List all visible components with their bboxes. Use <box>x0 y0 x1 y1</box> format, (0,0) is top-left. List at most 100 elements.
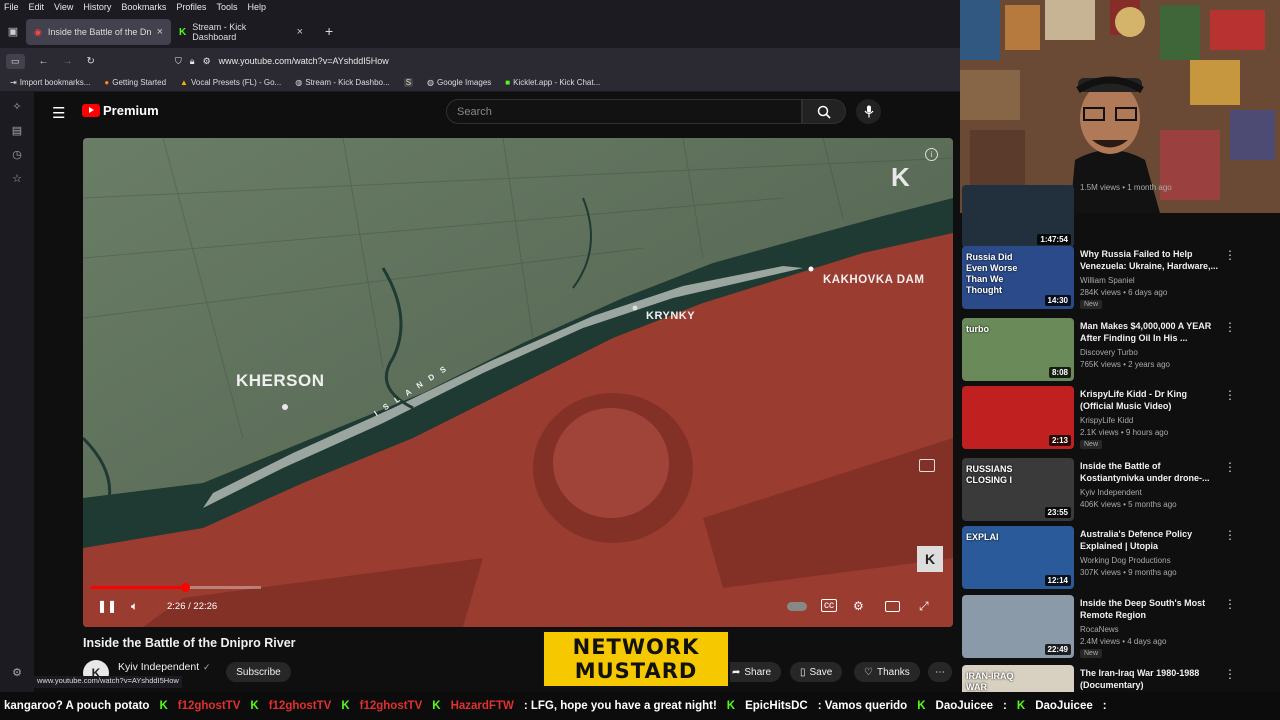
subscribe-button[interactable]: Subscribe <box>226 662 291 682</box>
sidebar-toggle-icon[interactable]: ▭ <box>6 53 25 69</box>
tab-youtube[interactable]: ◉ Inside the Battle of the Dnip × <box>26 19 171 45</box>
recommendation-item[interactable]: EXPLAI 12:14 Australia's Defence Policy … <box>962 526 1280 592</box>
more-options-icon[interactable]: ⋮ <box>1224 667 1236 681</box>
video-thumbnail[interactable]: 2:13 <box>962 386 1074 449</box>
video-thumbnail[interactable]: RUSSIANS CLOSING I 23:55 <box>962 458 1074 521</box>
recommendation-item[interactable]: 22:49 Inside the Deep South's Most Remot… <box>962 595 1280 661</box>
logo-line-1: NETWORK <box>572 635 700 659</box>
hamburger-menu-icon[interactable]: ☰ <box>52 104 65 122</box>
recommendation-title[interactable]: The Iran-Iraq War 1980-1988 (Documentary… <box>1080 667 1220 691</box>
more-actions-button[interactable]: ⋯ <box>928 662 952 682</box>
pause-button[interactable]: ❚❚ <box>97 599 117 613</box>
theater-mode-icon[interactable] <box>885 601 900 612</box>
volume-icon[interactable]: 🔈︎ <box>131 599 138 614</box>
menu-file[interactable]: File <box>4 2 19 12</box>
time-display: 2:26 / 22:26 <box>167 601 218 612</box>
youtube-logo[interactable]: Premium <box>82 103 159 118</box>
recommendation-channel[interactable]: Discovery Turbo <box>1080 348 1138 357</box>
tab-overview-icon[interactable]: ▣ <box>0 25 26 38</box>
recommendation-title[interactable]: Inside the Battle of Kostiantynivka unde… <box>1080 460 1220 484</box>
video-player[interactable]: KHERSON KRYNKY KAKHOVKA DAM I S L A N D … <box>83 138 953 627</box>
search-input[interactable]: Search <box>446 99 802 124</box>
menu-view[interactable]: View <box>54 2 73 12</box>
synced-tabs-icon[interactable]: ▤ <box>10 124 24 138</box>
bookmark-kicklet[interactable]: ■ Kicklet.app - Kick Chat... <box>505 78 600 87</box>
menu-profiles[interactable]: Profiles <box>176 2 206 12</box>
recommendation-channel[interactable]: William Spaniel <box>1080 276 1135 285</box>
bookmark-kick-dashboard[interactable]: ◍ Stream - Kick Dashbo... <box>295 78 389 87</box>
more-options-icon[interactable]: ⋮ <box>1224 460 1236 474</box>
menu-help[interactable]: Help <box>247 2 266 12</box>
recommendation-channel[interactable]: RocaNews <box>1080 625 1119 634</box>
menu-history[interactable]: History <box>83 2 111 12</box>
shield-icon[interactable]: ⛉ <box>175 56 182 67</box>
progress-bar[interactable] <box>91 583 261 592</box>
history-icon[interactable]: ◷ <box>10 148 24 162</box>
video-thumbnail[interactable]: EXPLAI 12:14 <box>962 526 1074 589</box>
bookmark-getting-started[interactable]: ● Getting Started <box>104 78 166 87</box>
video-thumbnail[interactable]: 1:47:54 <box>962 185 1074 248</box>
more-options-icon[interactable]: ⋮ <box>1224 528 1236 542</box>
chat-message: : <box>1003 700 1007 712</box>
speaker-icon[interactable]: ◉ <box>34 27 42 38</box>
info-icon[interactable]: i <box>925 148 938 161</box>
menu-bookmarks[interactable]: Bookmarks <box>121 2 166 12</box>
settings-icon[interactable]: ⚙ <box>10 666 24 680</box>
video-thumbnail[interactable]: Russia Did Even Worse Than We Thought 14… <box>962 246 1074 309</box>
recommendation-channel[interactable]: Working Dog Productions <box>1080 556 1171 565</box>
bookmark-import[interactable]: ⇥ Import bookmarks... <box>10 78 90 87</box>
url-text[interactable]: www.youtube.com/watch?v=AYshddI5How <box>219 56 389 66</box>
forward-icon[interactable]: → <box>63 56 73 67</box>
share-button[interactable]: ➦ Share <box>722 662 782 682</box>
bookmark-google-images[interactable]: ◍ Google Images <box>427 78 491 87</box>
close-icon[interactable]: × <box>297 26 303 38</box>
close-icon[interactable]: × <box>157 26 163 38</box>
recommendation-item[interactable]: Russia Did Even Worse Than We Thought 14… <box>962 246 1280 312</box>
menu-edit[interactable]: Edit <box>29 2 45 12</box>
recommendation-item[interactable]: 2:13 KrispyLife Kidd - Dr King (Official… <box>962 386 1280 452</box>
recommendation-item[interactable]: RUSSIANS CLOSING I 23:55 Inside the Batt… <box>962 458 1280 524</box>
progress-handle[interactable] <box>180 583 190 592</box>
bookmark-s[interactable]: S <box>403 78 414 87</box>
back-icon[interactable]: ← <box>39 56 49 67</box>
recommendation-title[interactable]: Why Russia Failed to Help Venezuela: Ukr… <box>1080 248 1220 272</box>
recommendation-item[interactable]: 1:47:54 1.5M views • 1 month ago <box>962 183 1280 251</box>
recommendation-item[interactable]: turbo 8:08 Man Makes $4,000,000 A YEAR A… <box>962 318 1280 384</box>
more-options-icon[interactable]: ⋮ <box>1224 388 1236 402</box>
thanks-button[interactable]: ♡ Thanks <box>854 662 920 682</box>
search-button[interactable] <box>802 99 846 124</box>
bookmark-label: Vocal Presets (FL) - Go... <box>190 78 282 87</box>
settings-gear-icon[interactable]: ⚙ <box>853 599 864 613</box>
autoplay-toggle[interactable] <box>787 602 807 611</box>
more-options-icon[interactable]: ⋮ <box>1224 597 1236 611</box>
lock-icon[interactable]: 🔒︎ <box>190 56 195 67</box>
more-options-icon[interactable]: ⋮ <box>1224 248 1236 262</box>
voice-search-button[interactable] <box>856 99 881 124</box>
recommendation-title[interactable]: KrispyLife Kidd - Dr King (Official Musi… <box>1080 388 1220 412</box>
miniplayer-icon[interactable] <box>919 459 935 472</box>
channel-name[interactable]: Kyiv Independent <box>118 661 199 673</box>
tab-kick[interactable]: K Stream - Kick Dashboard × <box>171 19 311 45</box>
bookmarks-star-icon[interactable]: ☆ <box>10 172 24 186</box>
bookmark-label: Kicklet.app - Kick Chat... <box>513 78 601 87</box>
bookmark-vocal-presets[interactable]: ▲ Vocal Presets (FL) - Go... <box>180 78 281 87</box>
save-button[interactable]: ▯ Save <box>790 662 843 682</box>
new-tab-button[interactable]: + <box>325 23 333 39</box>
permissions-icon[interactable]: ⚙ <box>203 56 211 67</box>
reload-icon[interactable]: ↻ <box>87 56 95 67</box>
more-options-icon[interactable]: ⋮ <box>1224 320 1236 334</box>
recommendation-channel[interactable]: KrispyLife Kidd <box>1080 416 1133 425</box>
duration-badge: 23:55 <box>1044 507 1071 518</box>
menu-tools[interactable]: Tools <box>216 2 237 12</box>
recommendation-title[interactable]: Australia's Defence Policy Explained | U… <box>1080 528 1220 552</box>
url-bar[interactable]: ⛉ 🔒︎ ⚙ www.youtube.com/watch?v=AYshddI5H… <box>175 50 955 72</box>
ai-chat-icon[interactable]: ✧ <box>10 100 24 114</box>
captions-icon[interactable]: cc <box>821 599 837 612</box>
new-badge: New <box>1080 300 1103 309</box>
recommendation-title[interactable]: Inside the Deep South's Most Remote Regi… <box>1080 597 1220 621</box>
recommendation-channel[interactable]: Kyiv Independent <box>1080 488 1142 497</box>
video-thumbnail[interactable]: 22:49 <box>962 595 1074 658</box>
video-thumbnail[interactable]: turbo 8:08 <box>962 318 1074 381</box>
fullscreen-icon[interactable]: ⤢ <box>919 599 929 614</box>
recommendation-title[interactable]: Man Makes $4,000,000 A YEAR After Findin… <box>1080 320 1220 344</box>
